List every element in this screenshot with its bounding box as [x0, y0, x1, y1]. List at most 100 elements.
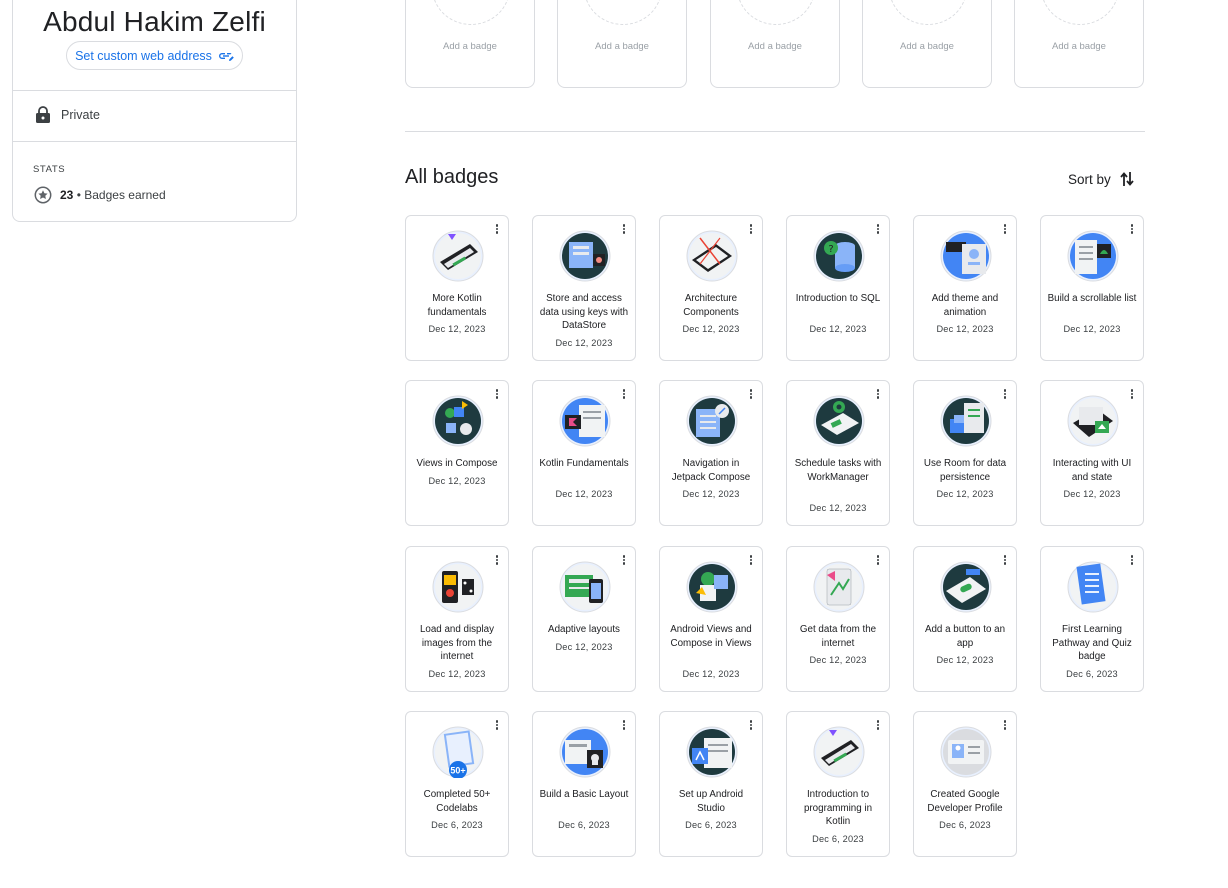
badge-card[interactable]: Get data from the internet Dec 12, 2023 — [786, 546, 890, 692]
divider — [13, 141, 296, 142]
badge-card[interactable]: Build a scrollable list Dec 12, 2023 — [1040, 215, 1144, 361]
more-options-icon[interactable] — [748, 389, 754, 401]
badge-date: Dec 12, 2023 — [809, 655, 867, 665]
more-options-icon[interactable] — [1002, 720, 1008, 732]
badge-card[interactable]: Add theme and animation Dec 12, 2023 — [913, 215, 1017, 361]
add-badge-slot[interactable]: Add a badge — [710, 0, 840, 88]
add-badge-slot[interactable]: Add a badge — [862, 0, 992, 88]
empty-badge-circle — [1041, 0, 1119, 25]
badge-title: Views in Compose — [416, 458, 498, 469]
badge-title: Load and display images from the interne… — [419, 624, 495, 662]
badge-card[interactable]: Use Room for data persistence Dec 12, 202… — [913, 380, 1017, 526]
workmanager-icon — [813, 395, 865, 447]
sort-by-label: Sort by — [1068, 171, 1111, 187]
badge-card[interactable]: ? Introduction to SQL Dec 12, 2023 — [786, 215, 890, 361]
badges-count: 23 — [60, 188, 74, 202]
empty-badge-circle — [432, 0, 510, 25]
more-options-icon[interactable] — [875, 555, 881, 567]
more-options-icon[interactable] — [1002, 224, 1008, 236]
badge-card[interactable]: Navigation in Jetpack Compose Dec 12, 202… — [659, 380, 763, 526]
badge-card[interactable]: Set up Android Studio Dec 6, 2023 — [659, 711, 763, 857]
stats-heading: STATS — [33, 164, 66, 175]
more-options-icon[interactable] — [494, 224, 500, 236]
badge-card[interactable]: Introduction to programming in Kotlin Dec… — [786, 711, 890, 857]
developer-profile-icon — [940, 726, 992, 778]
add-badge-label: Add a badge — [595, 41, 649, 52]
more-options-icon[interactable] — [1002, 555, 1008, 567]
more-options-icon[interactable] — [494, 389, 500, 401]
add-badge-slot[interactable]: Add a badge — [405, 0, 535, 88]
badge-card[interactable]: Load and display images from the interne… — [405, 546, 509, 692]
empty-badge-circle — [889, 0, 967, 25]
sort-by-button[interactable]: Sort by — [1068, 170, 1135, 188]
badge-date: Dec 12, 2023 — [555, 337, 613, 348]
empty-badge-circle — [737, 0, 815, 25]
set-custom-web-address-button[interactable]: Set custom web address — [66, 41, 243, 70]
more-options-icon[interactable] — [875, 389, 881, 401]
add-badge-label: Add a badge — [1052, 41, 1106, 52]
badge-card[interactable]: Add a button to an app Dec 12, 2023 — [913, 546, 1017, 692]
badge-date: Dec 6, 2023 — [558, 820, 610, 830]
divider — [13, 90, 296, 91]
badge-card[interactable]: Interacting with UI and state Dec 12, 202… — [1040, 380, 1144, 526]
badge-card[interactable]: Kotlin Fundamentals Dec 12, 2023 — [532, 380, 636, 526]
svg-text:?: ? — [828, 244, 833, 255]
badge-title: Get data from the internet — [799, 624, 877, 649]
badge-card[interactable]: More Kotlin fundamentals Dec 12, 2023 — [405, 215, 509, 361]
more-options-icon[interactable] — [748, 224, 754, 236]
more-options-icon[interactable] — [1002, 389, 1008, 401]
more-options-icon[interactable] — [1129, 389, 1135, 401]
more-options-icon[interactable] — [621, 555, 627, 567]
more-options-icon[interactable] — [1129, 224, 1135, 236]
more-options-icon[interactable] — [494, 720, 500, 732]
quiz-badge-icon — [1067, 561, 1119, 613]
badge-card[interactable]: First Learning Pathway and Quiz badge Dec… — [1040, 546, 1144, 692]
badge-card[interactable]: Schedule tasks with WorkManager Dec 12, 2… — [786, 380, 890, 526]
architecture-icon — [686, 230, 738, 282]
theme-animation-icon — [940, 230, 992, 282]
badge-card[interactable]: Views in Compose Dec 12, 2023 — [405, 380, 509, 526]
badge-title: Kotlin Fundamentals — [539, 458, 629, 469]
badges-earned-label: • Badges earned — [76, 188, 166, 202]
badge-card[interactable]: Store and access data using keys with Da… — [532, 215, 636, 361]
section-divider — [405, 131, 1145, 132]
more-options-icon[interactable] — [1129, 555, 1135, 567]
badge-card[interactable]: Build a Basic Layout Dec 6, 2023 — [532, 711, 636, 857]
add-badge-label: Add a badge — [443, 41, 497, 52]
add-badge-slot[interactable]: Add a badge — [557, 0, 687, 88]
badge-title: Store and access data using keys with Da… — [539, 293, 629, 331]
more-options-icon[interactable] — [621, 720, 627, 732]
badge-title: Introduction to programming in Kotlin — [803, 789, 873, 827]
badge-card[interactable]: 50+ Completed 50+ Codelabs Dec 6, 2023 — [405, 711, 509, 857]
badge-card[interactable]: Architecture Components Dec 12, 2023 — [659, 215, 763, 361]
kotlin-laptop-icon — [432, 230, 484, 282]
privacy-label: Private — [61, 108, 100, 122]
badge-date: Dec 6, 2023 — [1066, 668, 1118, 679]
more-options-icon[interactable] — [494, 555, 500, 567]
more-options-icon[interactable] — [621, 224, 627, 236]
more-options-icon[interactable] — [875, 224, 881, 236]
codelabs-count-label: 50+ — [450, 766, 465, 776]
add-badge-slot[interactable]: Add a badge — [1014, 0, 1144, 88]
badge-card[interactable]: Adaptive layouts Dec 12, 2023 — [532, 546, 636, 692]
badge-title: Build a Basic Layout — [539, 789, 629, 800]
sort-icon — [1120, 172, 1134, 186]
badge-title: Navigation in Jetpack Compose — [671, 458, 751, 483]
badge-title: Completed 50+ Codelabs — [423, 789, 491, 814]
badge-title: More Kotlin fundamentals — [427, 293, 487, 318]
more-options-icon[interactable] — [748, 555, 754, 567]
more-options-icon[interactable] — [748, 720, 754, 732]
views-compose-icon — [432, 395, 484, 447]
profile-card: Abdul Hakim Zelfi Set custom web address… — [12, 0, 297, 222]
more-options-icon[interactable] — [875, 720, 881, 732]
badge-title: First Learning Pathway and Quiz badge — [1052, 624, 1132, 662]
kotlin-fundamentals-icon — [559, 395, 611, 447]
more-options-icon[interactable] — [621, 389, 627, 401]
badge-card[interactable]: Android Views and Compose in Views Dec 12… — [659, 546, 763, 692]
badge-date: Dec 12, 2023 — [936, 324, 994, 334]
badge-card[interactable]: Created Google Developer Profile Dec 6, 2… — [913, 711, 1017, 857]
badge-date: Dec 12, 2023 — [555, 641, 613, 652]
privacy-row[interactable]: Private — [35, 106, 100, 124]
basic-layout-icon — [559, 726, 611, 778]
custom-address-label: Set custom web address — [75, 48, 212, 63]
